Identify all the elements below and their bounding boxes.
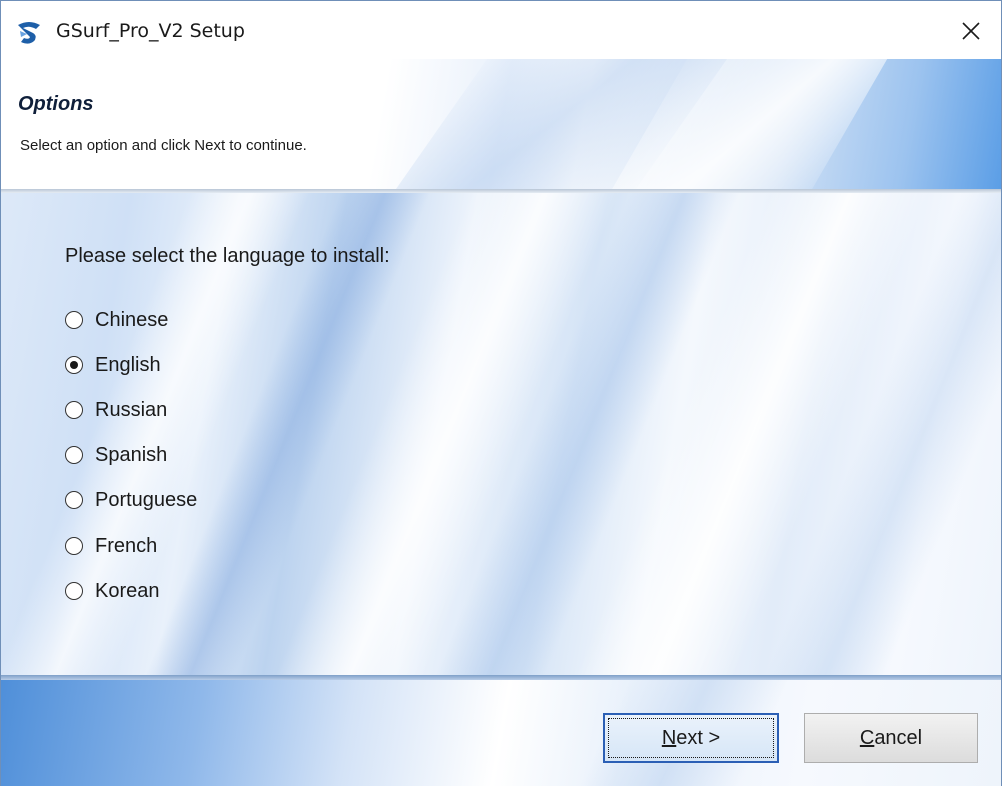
radio-button[interactable] — [65, 537, 83, 555]
radio-selected-dot — [70, 361, 78, 369]
radio-russian[interactable]: Russian — [65, 392, 167, 428]
page-subtitle: Select an option and click Next to conti… — [20, 137, 307, 154]
focus-ring — [608, 718, 774, 758]
gsurf-app-icon — [15, 19, 43, 47]
page-title: Options — [18, 93, 94, 115]
title-bar: GSurf_Pro_V2 Setup — [1, 1, 1001, 59]
button-bar: Next > Cancel — [1, 680, 1001, 786]
radio-label: Korean — [95, 579, 160, 602]
radio-english[interactable]: English — [65, 347, 161, 383]
close-button[interactable] — [941, 5, 1001, 57]
radio-label: French — [95, 534, 158, 557]
radio-label: Spanish — [95, 443, 168, 466]
radio-label: Russian — [95, 398, 168, 421]
radio-button[interactable] — [65, 311, 83, 329]
radio-chinese[interactable]: Chinese — [65, 302, 168, 338]
radio-korean[interactable]: Korean — [65, 573, 160, 609]
radio-portuguese[interactable]: Portuguese — [65, 482, 197, 518]
radio-button[interactable] — [65, 491, 83, 509]
radio-label: English — [95, 353, 161, 376]
close-icon — [962, 22, 980, 40]
cancel-button-label: Cancel — [859, 726, 923, 749]
setup-window: GSurf_Pro_V2 Setup Options Select an opt… — [0, 0, 1002, 786]
radio-french[interactable]: French — [65, 528, 157, 564]
radio-button[interactable] — [65, 356, 83, 374]
next-button[interactable]: Next > — [603, 713, 779, 763]
radio-label: Portuguese — [95, 488, 198, 511]
radio-button[interactable] — [65, 401, 83, 419]
window-title: GSurf_Pro_V2 Setup — [56, 20, 245, 42]
radio-spanish[interactable]: Spanish — [65, 437, 167, 473]
header-banner: Options Select an option and click Next … — [1, 59, 1001, 191]
radio-button[interactable] — [65, 582, 83, 600]
options-panel: Please select the language to install: C… — [1, 193, 1001, 675]
language-prompt: Please select the language to install: — [65, 245, 390, 267]
cancel-button[interactable]: Cancel — [804, 713, 978, 763]
radio-label: Chinese — [95, 308, 169, 331]
radio-button[interactable] — [65, 446, 83, 464]
